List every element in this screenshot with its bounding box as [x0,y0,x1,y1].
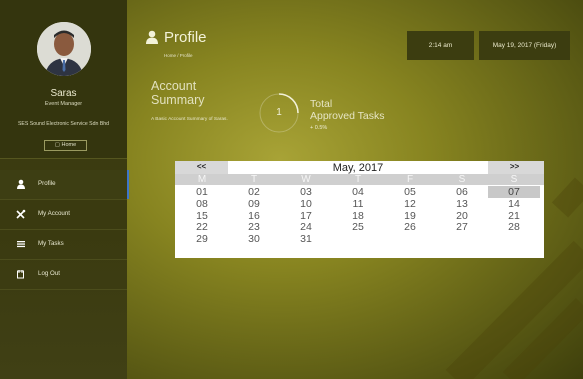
approved-tasks-count: 1 [276,107,282,118]
calendar-weekday-row: MTWTFSS [175,174,544,185]
calendar-day[interactable]: 19 [384,210,436,222]
approved-tasks-label-line: Approved Tasks [310,110,385,122]
home-button-label: Home [61,142,77,148]
breadcrumb[interactable]: Home / Profile [164,53,193,58]
calendar-day[interactable]: 23 [228,221,280,233]
sidebar: Saras Event Manager SES Sound Electronic… [0,0,129,379]
sidebar-item-my-tasks[interactable]: My Tasks [0,230,127,259]
calendar-day[interactable]: 12 [384,198,436,210]
logout-icon [17,270,24,279]
calendar-day[interactable]: 31 [280,233,332,245]
user-company: SES Sound Electronic Service Sdn Bhd [17,121,110,127]
calendar: << May, 2017 >> M T W T F S S 01 02 03 04 05 06 07 08… [175,161,544,258]
sidebar-item-label: Log Out [38,270,61,277]
calendar-weekday: T [250,174,258,185]
calendar-day[interactable]: 08 [176,198,228,210]
calendar-day[interactable]: 07 [488,186,540,198]
calendar-day[interactable]: 14 [488,198,540,210]
calendar-day[interactable]: 24 [280,221,332,233]
page-title: Profile [164,29,207,46]
sidebar-item-label: Profile [38,180,56,187]
calendar-day[interactable]: 15 [176,210,228,222]
calendar-day[interactable]: 10 [280,198,332,210]
calendar-day[interactable]: 11 [332,198,384,210]
tools-icon [16,209,26,219]
calendar-day[interactable]: 26 [384,221,436,233]
user-icon [17,179,25,189]
calendar-month-title[interactable]: May, 2017 [228,161,488,174]
account-summary-title-line: Account [151,79,197,93]
calendar-day[interactable]: 20 [436,210,488,222]
calendar-day[interactable]: 02 [228,186,280,198]
calendar-header: << May, 2017 >> [175,161,544,174]
calendar-day[interactable]: 21 [488,210,540,222]
current-date: May 19, 2017 (Friday) [479,31,570,60]
calendar-day[interactable]: 13 [436,198,488,210]
list-icon [17,241,25,248]
approved-tasks-delta: + 0.5% [310,125,328,131]
calendar-next-button[interactable]: >> [488,162,541,174]
calendar-weekday: W [301,174,311,185]
approved-tasks-label-line: Total [310,98,333,110]
calendar-day[interactable]: 30 [228,233,280,245]
clock-time: 2:14 am [407,31,474,60]
sidebar-item-label: My Tasks [38,240,64,247]
calendar-day[interactable]: 27 [436,221,488,233]
user-role: Event Manager [44,101,83,107]
calendar-day[interactable]: 18 [332,210,384,222]
account-summary-subtitle: A Basic Account Summary of Saras. [151,117,228,122]
home-button[interactable]: ▢ Home [44,140,87,151]
profile-card: Saras Event Manager SES Sound Electronic… [0,0,127,159]
sidebar-item-profile[interactable]: Profile [0,170,129,199]
calendar-day[interactable]: 04 [332,186,384,198]
user-name: Saras [50,88,77,99]
calendar-day[interactable]: 16 [228,210,280,222]
calendar-day[interactable]: 05 [384,186,436,198]
calendar-day[interactable]: 28 [488,221,540,233]
calendar-weekday: S [510,174,518,185]
sidebar-item-log-out[interactable]: Log Out [0,260,127,289]
sidebar-item-label: My Account [38,210,70,217]
calendar-weekday: T [354,174,362,185]
calendar-day[interactable]: 25 [332,221,384,233]
calendar-prev-button[interactable]: << [175,162,228,174]
divider [0,289,127,290]
calendar-day[interactable]: 17 [280,210,332,222]
calendar-weekday: S [458,174,466,185]
account-summary-heading: Account Summary [151,79,204,107]
calendar-day[interactable]: 09 [228,198,280,210]
calendar-weekday: F [406,174,414,185]
calendar-weekday: M [197,174,207,185]
calendar-day[interactable]: 01 [176,186,228,198]
calendar-day[interactable]: 03 [280,186,332,198]
account-summary-title-line: Summary [151,93,205,107]
calendar-day[interactable]: 22 [176,221,228,233]
user-icon [146,30,158,44]
home-icon: ▢ [54,142,60,148]
approved-tasks-label: Total Approved Tasks [310,98,385,122]
avatar [37,22,91,76]
sidebar-item-my-account[interactable]: My Account [0,200,127,229]
calendar-day[interactable]: 06 [436,186,488,198]
calendar-day[interactable]: 29 [176,233,228,245]
